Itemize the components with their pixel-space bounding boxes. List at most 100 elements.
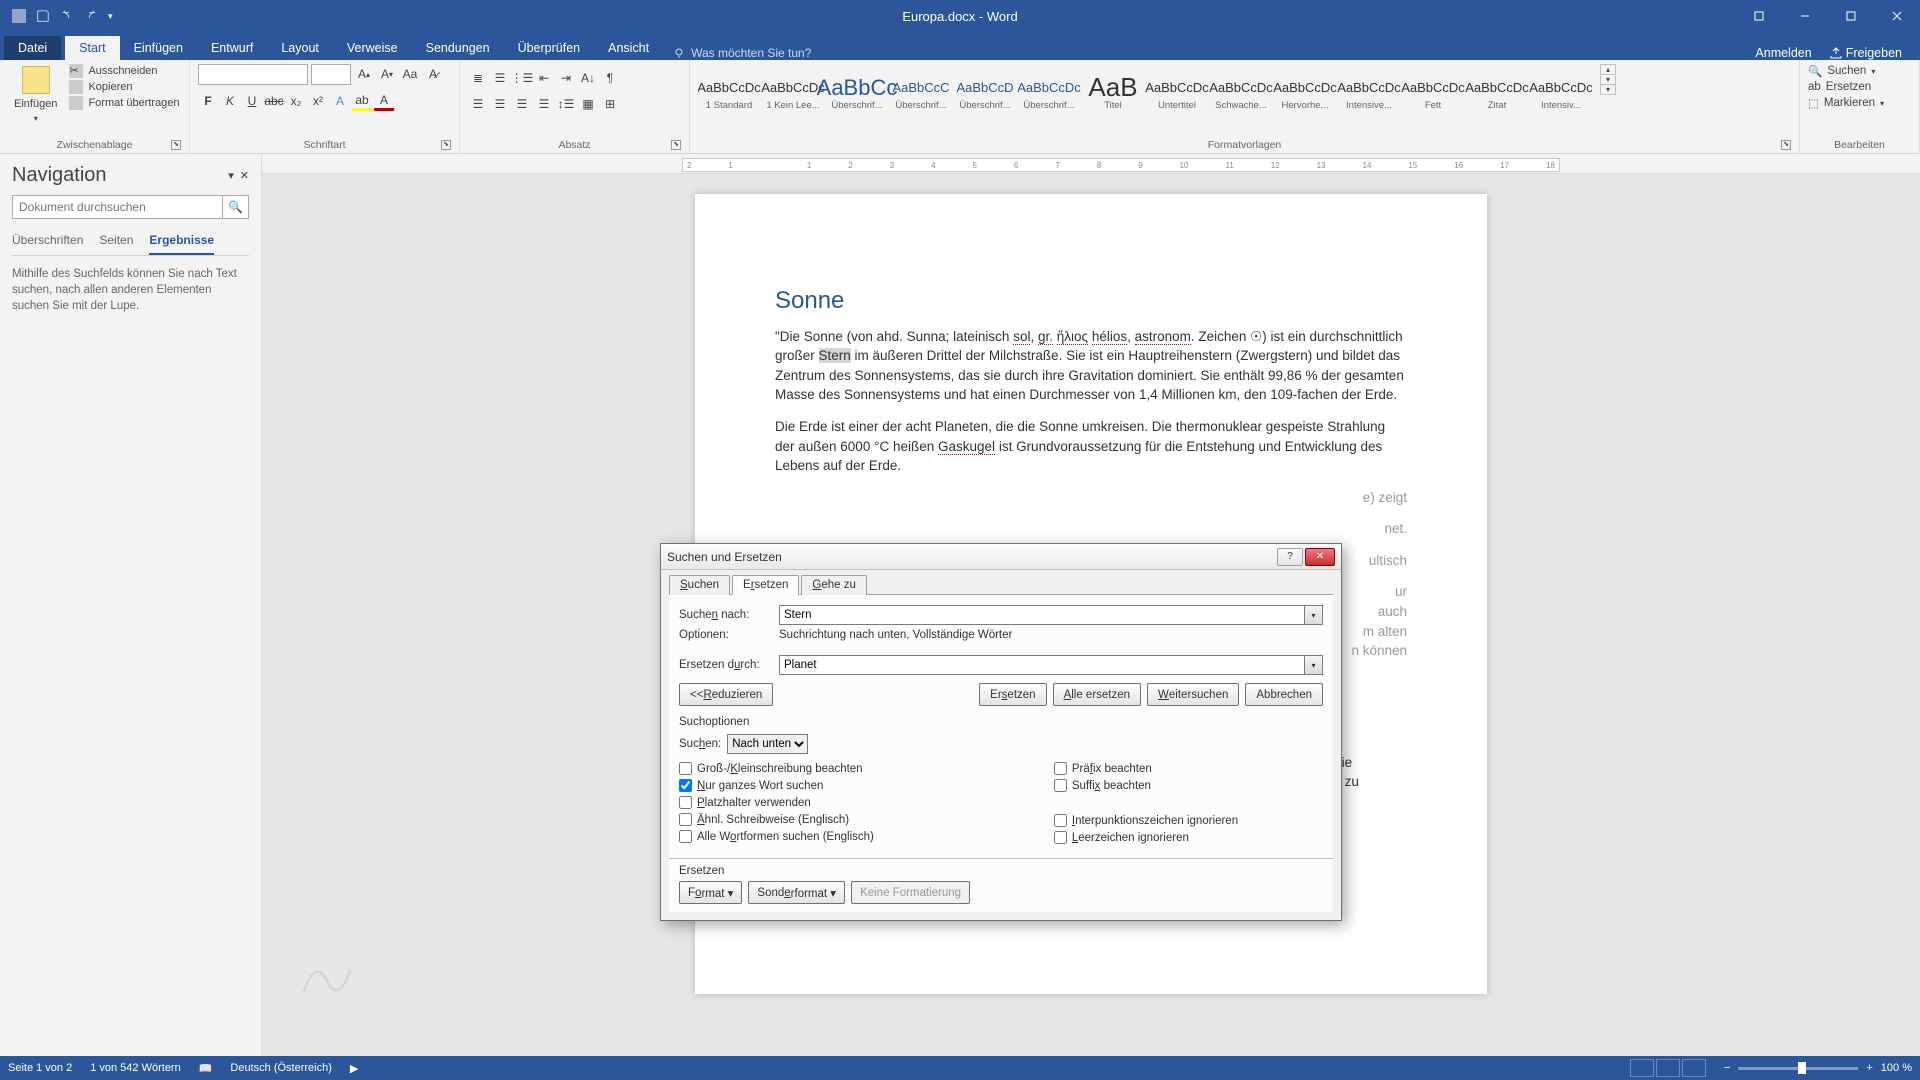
style-item[interactable]: AaBTitel: [1082, 64, 1144, 122]
replace-all-button[interactable]: Alle ersetzen: [1053, 683, 1141, 706]
zoom-out-button[interactable]: −: [1724, 1062, 1730, 1074]
decrease-indent-button[interactable]: ⇤: [534, 68, 554, 88]
cut-button[interactable]: ✂Ausschneiden: [69, 64, 179, 78]
clear-format-button[interactable]: A̷: [423, 64, 443, 84]
font-size-combo[interactable]: [311, 64, 351, 85]
style-item[interactable]: AaBbCcDcZitat: [1466, 64, 1528, 122]
nav-search-input[interactable]: [12, 195, 223, 219]
dialog-tab-replace[interactable]: Ersetzen: [732, 575, 799, 595]
chk-ignore-whitespace[interactable]: Leerzeichen ignorieren: [1054, 831, 1238, 844]
style-item[interactable]: AaBbCcDcÜberschrif...: [1018, 64, 1080, 122]
style-item[interactable]: AaBbCcDc1 Standard: [698, 64, 760, 122]
multilevel-button[interactable]: ⋮☰: [512, 68, 532, 88]
nav-tab-headings[interactable]: Überschriften: [12, 229, 83, 255]
chk-ignore-punct[interactable]: Interpunktionszeichen ignorieren: [1054, 814, 1238, 827]
strikethrough-button[interactable]: abc: [264, 91, 284, 111]
style-item[interactable]: AaBbCcDcHervorhe...: [1274, 64, 1336, 122]
styles-expand[interactable]: ▾: [1601, 84, 1615, 94]
tab-mailings[interactable]: Sendungen: [412, 36, 504, 60]
tab-design[interactable]: Entwurf: [197, 36, 267, 60]
subscript-button[interactable]: x₂: [286, 91, 306, 111]
style-item[interactable]: AaBbCcDÜberschrif...: [954, 64, 1016, 122]
search-direction-select[interactable]: Nach unten: [727, 734, 808, 754]
style-item[interactable]: AaBbCcDcIntensive...: [1338, 64, 1400, 122]
align-center-button[interactable]: ☰: [490, 94, 510, 114]
italic-button[interactable]: K: [220, 91, 240, 111]
highlight-button[interactable]: ab: [352, 91, 372, 111]
dialog-tab-search[interactable]: Suchen: [669, 575, 730, 595]
tab-insert[interactable]: Einfügen: [120, 36, 197, 60]
chk-match-case[interactable]: Groß-/Kleinschreibung beachten: [679, 762, 874, 775]
tab-start[interactable]: Start: [65, 36, 119, 60]
replace-once-button[interactable]: Ersetzen: [979, 683, 1046, 706]
format-painter-button[interactable]: Format übertragen: [69, 96, 179, 110]
bold-button[interactable]: F: [198, 91, 218, 111]
styles-gallery[interactable]: AaBbCcDc1 StandardAaBbCcDc1 Kein Lee...A…: [698, 64, 1592, 122]
grow-font-button[interactable]: A▴: [354, 64, 374, 84]
status-proofing-icon[interactable]: 📖: [199, 1062, 213, 1075]
style-item[interactable]: AaBbCcDc1 Kein Lee...: [762, 64, 824, 122]
style-item[interactable]: AaBbCcDcFett: [1402, 64, 1464, 122]
view-web-layout[interactable]: [1682, 1059, 1706, 1077]
tellme-search[interactable]: Was möchten Sie tun?: [673, 46, 811, 60]
chk-sounds-like[interactable]: Ähnl. Schreibweise (Englisch): [679, 813, 874, 826]
line-spacing-button[interactable]: ↕☰: [556, 94, 576, 114]
view-read-mode[interactable]: [1630, 1059, 1654, 1077]
zoom-level[interactable]: 100 %: [1881, 1062, 1912, 1074]
bullets-button[interactable]: ≣: [468, 68, 488, 88]
save-icon[interactable]: [36, 9, 50, 23]
chk-suffix[interactable]: Suffix beachten: [1054, 779, 1238, 792]
paste-button[interactable]: Einfügen ▾: [8, 64, 63, 125]
superscript-button[interactable]: x²: [308, 91, 328, 111]
close-icon[interactable]: [1874, 0, 1920, 32]
clipboard-dialog-launcher[interactable]: ⬊: [171, 140, 181, 150]
zoom-in-button[interactable]: +: [1866, 1062, 1872, 1074]
status-language[interactable]: Deutsch (Österreich): [230, 1062, 331, 1074]
tab-references[interactable]: Verweise: [333, 36, 412, 60]
nav-close-icon[interactable]: ✕: [240, 169, 249, 182]
nav-tab-results[interactable]: Ergebnisse: [149, 229, 214, 255]
find-next-button[interactable]: Weitersuchen: [1147, 683, 1239, 706]
dialog-titlebar[interactable]: Suchen und Ersetzen ? ✕: [661, 544, 1341, 570]
justify-button[interactable]: ☰: [534, 94, 554, 114]
styles-dialog-launcher[interactable]: ⬊: [1781, 140, 1791, 150]
numbering-button[interactable]: ☰: [490, 68, 510, 88]
chk-wildcards[interactable]: Platzhalter verwenden: [679, 796, 874, 809]
select-button[interactable]: ⬚Markieren▾: [1808, 96, 1884, 110]
para-dialog-launcher[interactable]: ⬊: [671, 140, 681, 150]
special-format-button[interactable]: Sonderformat ▾: [748, 881, 845, 904]
font-dialog-launcher[interactable]: ⬊: [441, 140, 451, 150]
replace-input[interactable]: [779, 655, 1305, 675]
replace-history-dropdown[interactable]: ▾: [1305, 655, 1323, 675]
chk-word-forms[interactable]: Alle Wortformen suchen (Englisch): [679, 830, 874, 843]
replace-button[interactable]: abErsetzen: [1808, 81, 1884, 93]
status-page[interactable]: Seite 1 von 2: [8, 1062, 72, 1074]
text-effects-button[interactable]: A: [330, 91, 350, 111]
tab-file[interactable]: Datei: [4, 36, 61, 60]
dialog-tab-goto[interactable]: Gehe zu: [801, 575, 866, 595]
share-button[interactable]: Freigeben: [1830, 46, 1902, 60]
font-family-combo[interactable]: [198, 64, 308, 85]
cancel-button[interactable]: Abbrechen: [1245, 683, 1323, 706]
format-button[interactable]: Format ▾: [679, 881, 742, 904]
less-button[interactable]: << Reduzieren: [679, 683, 773, 706]
align-left-button[interactable]: ☰: [468, 94, 488, 114]
change-case-button[interactable]: Aa: [400, 64, 420, 84]
find-input[interactable]: [779, 605, 1305, 625]
style-item[interactable]: AaBbCcDcSchwache...: [1210, 64, 1272, 122]
status-macro-icon[interactable]: ▶: [350, 1062, 358, 1075]
styles-scroll-down[interactable]: ▾: [1601, 74, 1615, 84]
maximize-icon[interactable]: [1828, 0, 1874, 32]
sort-button[interactable]: A↓: [578, 68, 598, 88]
signin-link[interactable]: Anmelden: [1755, 46, 1811, 60]
find-history-dropdown[interactable]: ▾: [1305, 605, 1323, 625]
style-item[interactable]: AaBbCcDcIntensiv...: [1530, 64, 1592, 122]
style-item[interactable]: AaBbCcÜberschrif...: [826, 64, 888, 122]
undo-icon[interactable]: [60, 9, 74, 23]
tab-review[interactable]: Überprüfen: [504, 36, 595, 60]
nav-search-button[interactable]: 🔍: [223, 195, 249, 219]
qat-dropdown-icon[interactable]: ▾: [108, 11, 113, 22]
tab-layout[interactable]: Layout: [267, 36, 333, 60]
zoom-slider[interactable]: [1738, 1067, 1858, 1070]
styles-scroll-up[interactable]: ▴: [1601, 65, 1615, 74]
